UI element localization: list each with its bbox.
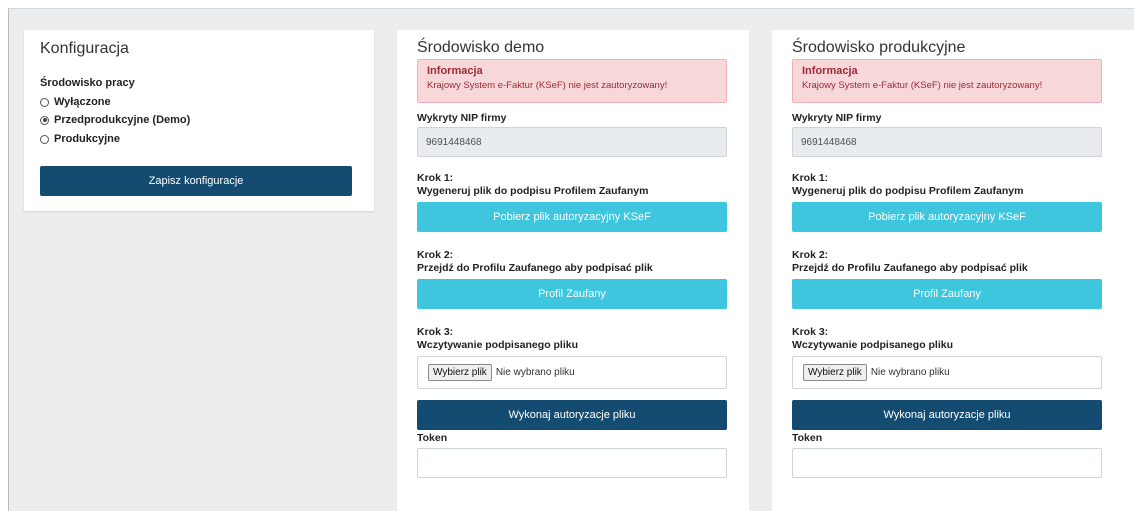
choose-file-button[interactable]: Wybierz plik [428,364,492,381]
radio-label: Przedprodukcyjne (Demo) [54,114,191,126]
radio-checked-icon[interactable] [40,115,49,125]
production-environment-card: Środowisko produkcyjne Informacja Krajow… [772,30,1134,511]
step3-title: Krok 3: [417,326,454,338]
demo-info-alert: Informacja Krajowy System e-Faktur (KSeF… [417,59,727,103]
nip-label: Wykryty NIP firmy [792,112,882,124]
demo-environment-card: Środowisko demo Informacja Krajowy Syste… [397,30,749,511]
step3-title: Krok 3: [792,326,829,338]
radio-option-production[interactable]: Produkcyjne [40,133,120,145]
config-title: Konfiguracja [40,40,129,57]
authorize-file-button[interactable]: Wykonaj autoryzacje pliku [417,400,727,430]
alert-title: Informacja [802,65,858,77]
nip-label: Wykryty NIP firmy [417,112,507,124]
config-card: Konfiguracja Środowisko pracy Wyłączone … [24,30,374,211]
authorize-file-button[interactable]: Wykonaj autoryzacje pliku [792,400,1102,430]
step1-title: Krok 1: [792,172,829,184]
radio-unchecked-icon[interactable] [40,134,49,144]
save-config-button[interactable]: Zapisz konfiguracje [40,166,352,196]
token-label: Token [792,432,823,444]
demo-title: Środowisko demo [417,39,545,56]
token-input[interactable] [417,448,727,478]
download-auth-file-button[interactable]: Pobierz plik autoryzacyjny KSeF [792,202,1102,232]
step1-description: Wygeneruj plik do podpisu Profilem Zaufa… [792,185,1024,197]
step1-description: Wygeneruj plik do podpisu Profilem Zaufa… [417,185,649,197]
trusted-profile-button[interactable]: Profil Zaufany [792,279,1102,309]
alert-text: Krajowy System e-Faktur (KSeF) nie jest … [427,80,668,91]
token-input[interactable] [792,448,1102,478]
step3-description: Wczytywanie podpisanego pliku [792,339,954,351]
production-title: Środowisko produkcyjne [792,39,966,56]
file-input[interactable]: Wybierz plik Nie wybrano pliku [792,356,1102,389]
radio-option-demo[interactable]: Przedprodukcyjne (Demo) [40,114,190,126]
radio-label: Produkcyjne [54,133,121,145]
choose-file-button[interactable]: Wybierz plik [803,364,867,381]
trusted-profile-button[interactable]: Profil Zaufany [417,279,727,309]
radio-label: Wyłączone [54,96,111,108]
file-input[interactable]: Wybierz plik Nie wybrano pliku [417,356,727,389]
file-status: Nie wybrano pliku [495,367,575,378]
nip-field: 9691448468 [417,127,727,157]
download-auth-file-button[interactable]: Pobierz plik autoryzacyjny KSeF [417,202,727,232]
alert-text: Krajowy System e-Faktur (KSeF) nie jest … [802,80,1043,91]
step2-description: Przejdź do Profilu Zaufanego aby podpisa… [417,262,653,274]
step2-title: Krok 2: [792,249,829,261]
radio-unchecked-icon[interactable] [40,97,49,107]
file-status: Nie wybrano pliku [870,367,950,378]
nip-field: 9691448468 [792,127,1102,157]
production-info-alert: Informacja Krajowy System e-Faktur (KSeF… [792,59,1102,103]
step1-title: Krok 1: [417,172,454,184]
environment-label: Środowisko pracy [40,77,135,89]
step3-description: Wczytywanie podpisanego pliku [417,339,579,351]
step2-description: Przejdź do Profilu Zaufanego aby podpisa… [792,262,1028,274]
step2-title: Krok 2: [417,249,454,261]
alert-title: Informacja [427,65,483,77]
token-label: Token [417,432,448,444]
radio-option-disabled[interactable]: Wyłączone [40,96,111,108]
